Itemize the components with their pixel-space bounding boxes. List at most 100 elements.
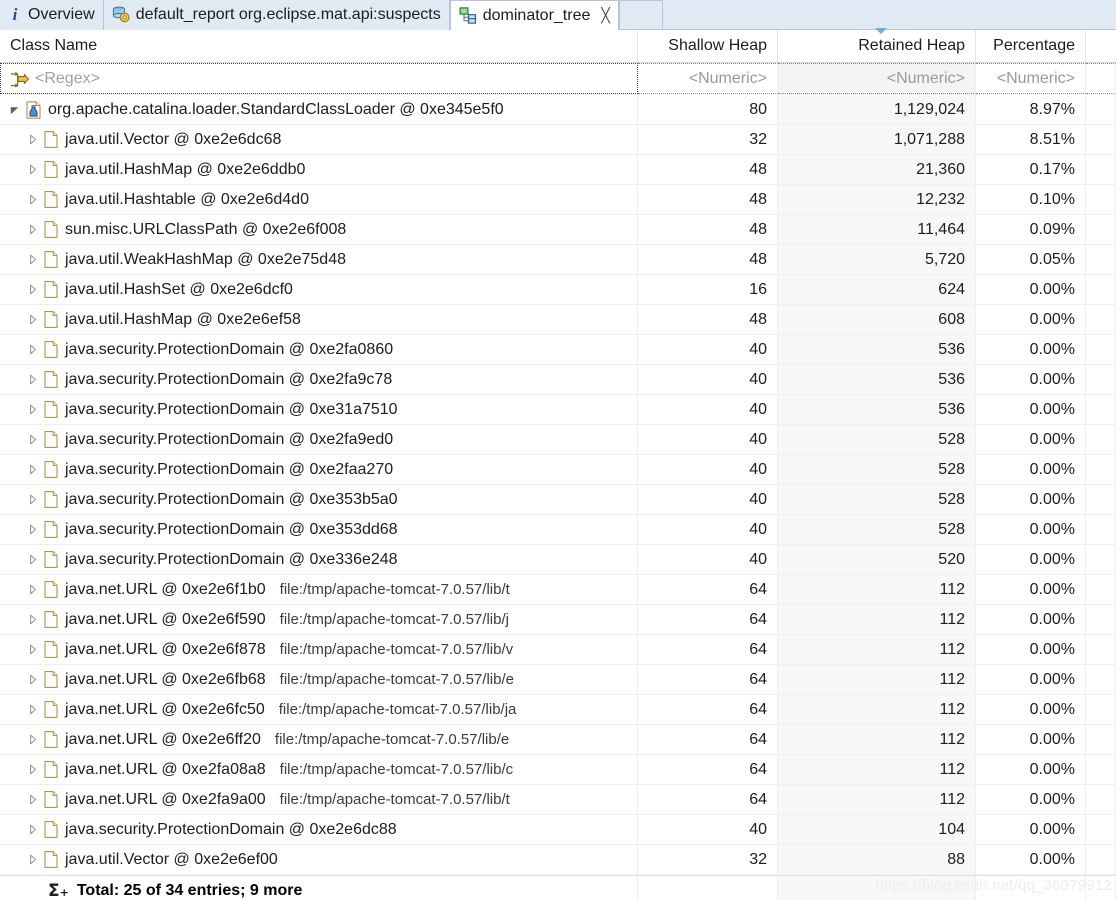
expand-triangle-closed-icon[interactable] (22, 824, 44, 835)
expand-triangle-closed-icon[interactable] (22, 854, 44, 865)
table-row[interactable]: java.net.URL @ 0xe2e6f1b0 file:/tmp/apach… (0, 575, 1116, 605)
tab-overview[interactable]: i Overview (0, 0, 104, 30)
expand-triangle-closed-icon[interactable] (22, 134, 44, 145)
cell-class-name[interactable]: java.net.URL @ 0xe2fa08a8 file:/tmp/apach… (0, 755, 638, 784)
cell-class-name[interactable]: java.security.ProtectionDomain @ 0xe353b… (0, 485, 638, 514)
expand-triangle-closed-icon[interactable] (22, 494, 44, 505)
filter-class-name-input[interactable]: <Regex> (0, 63, 638, 94)
filter-shallow-heap-input[interactable]: <Numeric> (638, 63, 778, 94)
expand-triangle-closed-icon[interactable] (22, 434, 44, 445)
cell-filler (1086, 815, 1116, 844)
cell-shallow-heap: 32 (638, 845, 778, 874)
table-row[interactable]: java.security.ProtectionDomain @ 0xe2faa… (0, 455, 1116, 485)
table-row[interactable]: java.util.HashMap @ 0xe2e6ef58 48 608 0.00% (0, 305, 1116, 335)
expand-triangle-closed-icon[interactable] (22, 644, 44, 655)
cell-class-name[interactable]: java.security.ProtectionDomain @ 0xe353d… (0, 515, 638, 544)
expand-triangle-closed-icon[interactable] (22, 794, 44, 805)
cell-class-name[interactable]: java.security.ProtectionDomain @ 0xe2fa9… (0, 425, 638, 454)
cell-class-name[interactable]: java.util.HashSet @ 0xe2e6dcf0 (0, 275, 638, 304)
tab-overflow-area[interactable] (618, 0, 663, 30)
column-header-percentage[interactable]: Percentage (976, 30, 1086, 62)
table-row[interactable]: java.net.URL @ 0xe2e6fc50 file:/tmp/apach… (0, 695, 1116, 725)
table-row[interactable]: java.security.ProtectionDomain @ 0xe2fa0… (0, 335, 1116, 365)
expand-triangle-closed-icon[interactable] (22, 284, 44, 295)
cell-filler (1086, 545, 1116, 574)
cell-class-name[interactable]: java.util.WeakHashMap @ 0xe2e75d48 (0, 245, 638, 274)
table-row[interactable]: java.util.Vector @ 0xe2e6ef00 32 88 0.00% (0, 845, 1116, 875)
filter-retained-heap-input[interactable]: <Numeric> (778, 63, 976, 94)
cell-shallow-heap: 40 (638, 425, 778, 454)
cell-class-name[interactable]: java.net.URL @ 0xe2e6f1b0 file:/tmp/apach… (0, 575, 638, 604)
expand-triangle-closed-icon[interactable] (22, 254, 44, 265)
table-row[interactable]: java.security.ProtectionDomain @ 0xe2fa9… (0, 425, 1116, 455)
cell-class-name[interactable]: java.security.ProtectionDomain @ 0xe2faa… (0, 455, 638, 484)
expand-triangle-closed-icon[interactable] (22, 614, 44, 625)
table-row[interactable]: java.security.ProtectionDomain @ 0xe2fa9… (0, 365, 1116, 395)
cell-class-name[interactable]: java.security.ProtectionDomain @ 0xe31a7… (0, 395, 638, 424)
cell-class-name[interactable]: java.util.HashMap @ 0xe2e6ef58 (0, 305, 638, 334)
table-row[interactable]: java.security.ProtectionDomain @ 0xe353d… (0, 515, 1116, 545)
cell-class-name[interactable]: org.apache.catalina.loader.StandardClass… (0, 95, 638, 124)
table-row[interactable]: java.net.URL @ 0xe2e6f878 file:/tmp/apach… (0, 635, 1116, 665)
object-icon (44, 791, 58, 808)
table-row[interactable]: java.security.ProtectionDomain @ 0xe31a7… (0, 395, 1116, 425)
table-row[interactable]: java.net.URL @ 0xe2fa9a00 file:/tmp/apach… (0, 785, 1116, 815)
table-row[interactable]: java.net.URL @ 0xe2e6f590 file:/tmp/apach… (0, 605, 1116, 635)
table-row[interactable]: java.util.WeakHashMap @ 0xe2e75d48 48 5,72… (0, 245, 1116, 275)
expand-triangle-closed-icon[interactable] (22, 554, 44, 565)
column-header-retained-heap[interactable]: Retained Heap (778, 28, 976, 62)
table-row[interactable]: java.security.ProtectionDomain @ 0xe2e6d… (0, 815, 1116, 845)
cell-percentage: 0.00% (976, 275, 1086, 304)
expand-triangle-closed-icon[interactable] (22, 524, 44, 535)
cell-class-name[interactable]: java.util.HashMap @ 0xe2e6ddb0 (0, 155, 638, 184)
table-row[interactable]: java.util.Vector @ 0xe2e6dc68 32 1,071,288… (0, 125, 1116, 155)
tab-default-report[interactable]: default_report org.eclipse.mat.api:suspe… (103, 0, 450, 30)
table-row[interactable]: java.net.URL @ 0xe2e6fb68 file:/tmp/apach… (0, 665, 1116, 695)
expand-triangle-closed-icon[interactable] (22, 374, 44, 385)
table-row[interactable]: java.security.ProtectionDomain @ 0xe336e… (0, 545, 1116, 575)
cell-class-name[interactable]: java.net.URL @ 0xe2fa9a00 file:/tmp/apach… (0, 785, 638, 814)
cell-class-name[interactable]: java.security.ProtectionDomain @ 0xe2fa0… (0, 335, 638, 364)
cell-shallow-heap: 64 (638, 785, 778, 814)
table-row[interactable]: java.net.URL @ 0xe2fa08a8 file:/tmp/apach… (0, 755, 1116, 785)
cell-class-name[interactable]: java.security.ProtectionDomain @ 0xe336e… (0, 545, 638, 574)
cell-percentage: 0.00% (976, 305, 1086, 334)
table-row[interactable]: java.util.Hashtable @ 0xe2e6d4d0 48 12,232… (0, 185, 1116, 215)
expand-triangle-closed-icon[interactable] (22, 344, 44, 355)
cell-class-name[interactable]: java.security.ProtectionDomain @ 0xe2fa9… (0, 365, 638, 394)
expand-triangle-closed-icon[interactable] (22, 194, 44, 205)
expand-triangle-closed-icon[interactable] (22, 584, 44, 595)
cell-class-name[interactable]: java.net.URL @ 0xe2e6fc50 file:/tmp/apach… (0, 695, 638, 724)
table-row[interactable]: java.util.HashMap @ 0xe2e6ddb0 48 21,360 0.… (0, 155, 1116, 185)
expand-triangle-open-icon[interactable] (4, 105, 26, 115)
table-row[interactable]: java.net.URL @ 0xe2e6ff20 file:/tmp/apach… (0, 725, 1116, 755)
expand-triangle-closed-icon[interactable] (22, 224, 44, 235)
column-header-shallow-heap[interactable]: Shallow Heap (638, 30, 778, 62)
cell-class-name[interactable]: java.net.URL @ 0xe2e6fb68 file:/tmp/apach… (0, 665, 638, 694)
filter-percentage-input[interactable]: <Numeric> (976, 63, 1086, 94)
expand-triangle-closed-icon[interactable] (22, 674, 44, 685)
cell-class-name[interactable]: java.util.Vector @ 0xe2e6ef00 (0, 845, 638, 874)
expand-triangle-closed-icon[interactable] (22, 164, 44, 175)
expand-triangle-closed-icon[interactable] (22, 314, 44, 325)
column-header-class-name[interactable]: Class Name (0, 30, 638, 62)
cell-class-name[interactable]: java.net.URL @ 0xe2e6f590 file:/tmp/apach… (0, 605, 638, 634)
expand-triangle-closed-icon[interactable] (22, 464, 44, 475)
cell-class-name[interactable]: sun.misc.URLClassPath @ 0xe2e6f008 (0, 215, 638, 244)
table-row[interactable]: java.util.HashSet @ 0xe2e6dcf0 16 624 0.00% (0, 275, 1116, 305)
cell-class-name[interactable]: java.util.Vector @ 0xe2e6dc68 (0, 125, 638, 154)
expand-triangle-closed-icon[interactable] (22, 404, 44, 415)
expand-triangle-closed-icon[interactable] (22, 734, 44, 745)
tab-dominator-tree[interactable]: dominator_tree ╳ (449, 0, 619, 30)
table-row[interactable]: sun.misc.URLClassPath @ 0xe2e6f008 48 11,4… (0, 215, 1116, 245)
table-row[interactable]: java.security.ProtectionDomain @ 0xe353b… (0, 485, 1116, 515)
cell-class-name[interactable]: java.net.URL @ 0xe2e6ff20 file:/tmp/apach… (0, 725, 638, 754)
class-name-label: java.security.ProtectionDomain @ 0xe2fa9… (65, 370, 393, 388)
expand-triangle-closed-icon[interactable] (22, 764, 44, 775)
close-icon[interactable]: ╳ (601, 8, 609, 24)
expand-triangle-closed-icon[interactable] (22, 704, 44, 715)
cell-class-name[interactable]: java.net.URL @ 0xe2e6f878 file:/tmp/apach… (0, 635, 638, 664)
cell-class-name[interactable]: java.security.ProtectionDomain @ 0xe2e6d… (0, 815, 638, 844)
table-row[interactable]: org.apache.catalina.loader.StandardClass… (0, 95, 1116, 125)
cell-class-name[interactable]: java.util.Hashtable @ 0xe2e6d4d0 (0, 185, 638, 214)
